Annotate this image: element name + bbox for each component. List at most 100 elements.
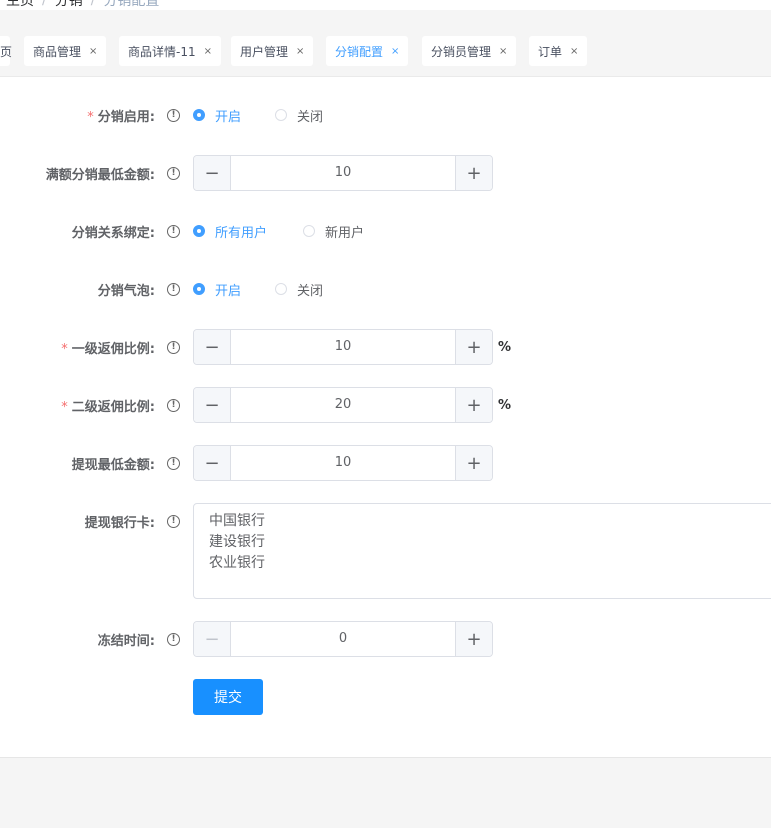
radio-binding-all[interactable]: 所有用户: [193, 222, 267, 241]
level1-input[interactable]: 10: [231, 330, 455, 364]
tag-distributor-management[interactable]: 分销员管理 ×: [422, 36, 517, 66]
radio-label: 所有用户: [215, 225, 268, 241]
tag-distribution-config[interactable]: 分销配置 ×: [326, 36, 409, 66]
form-row-bubble: 分销气泡: ! 开启 关闭: [0, 271, 771, 307]
required-mark: *: [61, 399, 68, 415]
breadcrumb-separator: /: [90, 0, 96, 8]
decrease-button[interactable]: −: [194, 388, 231, 422]
withdraw-min-input[interactable]: 10: [231, 446, 455, 480]
increase-button[interactable]: +: [455, 446, 492, 480]
radio-dot: [275, 109, 287, 121]
min-amount-stepper: − 10 +: [193, 155, 493, 191]
radio-label: 新用户: [325, 225, 365, 241]
form-row-enable: * 分销启用: ! 开启 关闭: [0, 97, 771, 133]
radio-label: 开启: [215, 283, 242, 299]
freeze-time-input[interactable]: 0: [231, 622, 455, 656]
breadcrumb-home[interactable]: 主页: [6, 0, 34, 10]
decrease-button[interactable]: −: [194, 330, 231, 364]
radio-dot: [193, 225, 205, 237]
close-icon[interactable]: ×: [204, 46, 212, 57]
required-mark: *: [61, 341, 68, 357]
breadcrumb-separator: /: [42, 0, 47, 8]
form-label: 提现银行卡:: [84, 515, 155, 531]
bank-card-line: 农业银行: [209, 555, 265, 571]
tag-label: 分销员管理: [431, 44, 492, 59]
level2-stepper: − 20 +: [193, 387, 493, 423]
decrease-button[interactable]: −: [194, 622, 231, 656]
tag-label: 页: [0, 44, 13, 59]
tag-label: 商品管理: [33, 44, 82, 59]
tag-user-management[interactable]: 用户管理 ×: [231, 36, 314, 66]
form-label: 分销关系绑定:: [71, 225, 155, 241]
info-icon[interactable]: !: [167, 398, 180, 412]
form-row-level1: * 一级返佣比例: ! − 10 + %: [0, 329, 771, 365]
tag-orders[interactable]: 订单 ×: [529, 36, 588, 66]
radio-label: 关闭: [297, 109, 324, 125]
form-label: 分销气泡:: [97, 283, 155, 299]
radio-label: 关闭: [297, 283, 324, 299]
form-row-min-amount: 满额分销最低金额: ! − 10 +: [0, 155, 771, 191]
info-icon[interactable]: !: [167, 282, 180, 296]
increase-button[interactable]: +: [455, 330, 492, 364]
distribution-config-form: * 分销启用: ! 开启 关闭 满额分销最低金额: ! − 10 + 分销关系绑定…: [0, 77, 771, 758]
radio-binding-new[interactable]: 新用户: [303, 222, 364, 241]
radio-enable-on[interactable]: 开启: [193, 106, 241, 125]
info-icon[interactable]: !: [167, 340, 180, 354]
tag-product-detail[interactable]: 商品详情-11 ×: [119, 36, 221, 66]
freeze-time-stepper: − 0 +: [193, 621, 493, 657]
close-icon[interactable]: ×: [296, 46, 304, 57]
tag-label: 分销配置: [335, 44, 384, 59]
radio-dot: [193, 109, 205, 121]
tag-home[interactable]: 页: [0, 36, 13, 66]
radio-dot: [303, 225, 315, 237]
percent-unit: %: [498, 397, 512, 413]
tag-label: 商品详情-11: [128, 44, 196, 59]
form-row-withdraw-min: 提现最低金额: ! − 10 +: [0, 445, 771, 481]
increase-button[interactable]: +: [455, 622, 492, 656]
info-icon[interactable]: !: [167, 224, 180, 238]
radio-bubble-on[interactable]: 开启: [193, 280, 241, 299]
min-amount-input[interactable]: 10: [231, 156, 455, 190]
form-row-level2: * 二级返佣比例: ! − 20 + %: [0, 387, 771, 423]
breadcrumb: 主页 / 分销 / 分销配置: [0, 0, 771, 10]
close-icon[interactable]: ×: [570, 46, 578, 57]
radio-enable-off[interactable]: 关闭: [275, 106, 323, 125]
radio-bubble-off[interactable]: 关闭: [275, 280, 323, 299]
increase-button[interactable]: +: [455, 156, 492, 190]
tag-label: 用户管理: [240, 44, 289, 59]
close-icon[interactable]: ×: [89, 46, 97, 57]
radio-label: 开启: [215, 109, 242, 125]
form-row-freeze-time: 冻结时间: ! − 0 +: [0, 621, 771, 657]
close-icon[interactable]: ×: [499, 46, 507, 57]
required-mark: *: [87, 109, 94, 125]
form-label: 满额分销最低金额:: [45, 167, 155, 183]
percent-unit: %: [498, 339, 512, 355]
form-label: * 分销启用:: [87, 109, 155, 125]
breadcrumb-current: 分销配置: [103, 0, 160, 9]
info-icon[interactable]: !: [167, 108, 180, 122]
tag-label: 订单: [538, 44, 563, 59]
bank-cards-textarea[interactable]: 中国银行 建设银行 农业银行: [193, 503, 771, 599]
bank-card-line: 建设银行: [209, 534, 265, 550]
info-icon[interactable]: !: [167, 632, 180, 646]
withdraw-min-stepper: − 10 +: [193, 445, 493, 481]
increase-button[interactable]: +: [455, 388, 492, 422]
level1-stepper: − 10 +: [193, 329, 493, 365]
form-row-binding: 分销关系绑定: ! 所有用户 新用户: [0, 213, 771, 249]
close-icon[interactable]: ×: [391, 46, 399, 57]
decrease-button[interactable]: −: [194, 156, 231, 190]
info-icon[interactable]: !: [167, 514, 180, 528]
radio-dot: [193, 283, 205, 295]
tags-view-bar: 页 商品管理 × 商品详情-11 × 用户管理 × 分销配置 × 分销员管理 ×…: [0, 26, 771, 77]
breadcrumb-distribution[interactable]: 分销: [55, 0, 83, 10]
form-label: * 二级返佣比例:: [61, 399, 155, 415]
bank-card-line: 中国银行: [209, 513, 265, 529]
form-label: 冻结时间:: [97, 633, 155, 649]
info-icon[interactable]: !: [167, 456, 180, 470]
info-icon[interactable]: !: [167, 166, 180, 180]
submit-button[interactable]: 提交: [193, 679, 263, 715]
form-label: 提现最低金额:: [71, 457, 155, 473]
level2-input[interactable]: 20: [231, 388, 455, 422]
tag-product-management[interactable]: 商品管理 ×: [24, 36, 107, 66]
decrease-button[interactable]: −: [194, 446, 231, 480]
